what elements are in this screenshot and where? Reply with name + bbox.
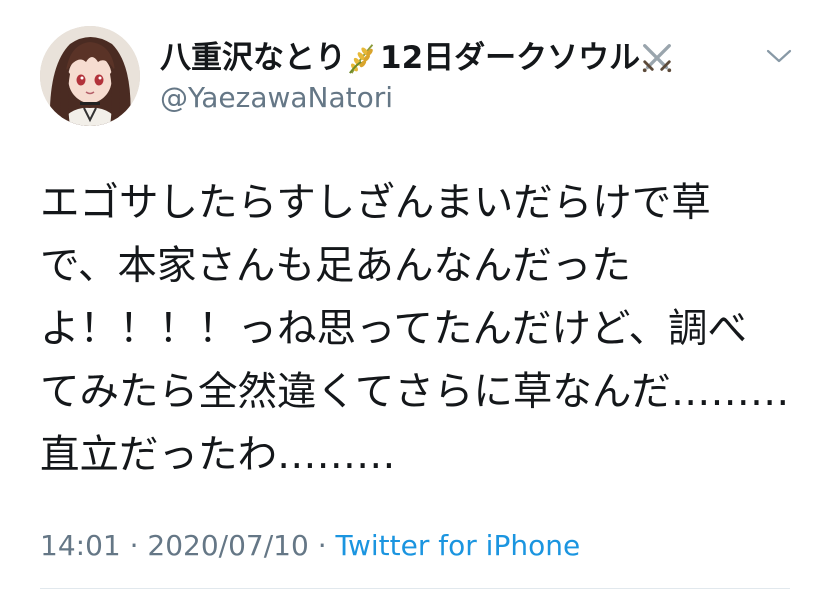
rice-ear-icon xyxy=(349,44,374,74)
chevron-down-icon[interactable] xyxy=(764,46,794,66)
tweet-text-line: エゴサしたらすしざんまいだらけで草 xyxy=(40,180,711,226)
tweet-text-line: 直立だったわ……… xyxy=(40,432,396,478)
tweet-text-line: よ！！！！っね思ってたんだけど、調べ xyxy=(40,306,748,352)
display-name[interactable]: 八重沢なとり 12日ダークソウル xyxy=(160,38,674,78)
tweet-metadata: 14:01 · 2020/07/10 · Twitter for iPhone xyxy=(40,528,580,564)
tweet-text-line: で、本家さんも足あんなんだった xyxy=(40,243,631,289)
meta-separator: · xyxy=(129,529,139,562)
meta-separator: · xyxy=(317,529,327,562)
tweet-text: エゴサしたらすしざんまいだらけで草 で、本家さんも足あんなんだった よ！！！！っ… xyxy=(40,172,800,487)
tweet-date[interactable]: 2020/07/10 xyxy=(147,529,308,562)
avatar[interactable] xyxy=(40,26,140,126)
tweet-time[interactable]: 14:01 xyxy=(40,529,121,562)
tweet-card: 八重沢なとり 12日ダークソウル @YaezawaNatori エゴサしたらすし… xyxy=(0,0,828,590)
tweet-source-link[interactable]: Twitter for iPhone xyxy=(336,529,581,562)
crossed-swords-icon xyxy=(642,44,672,73)
display-name-text-1: 八重沢なとり xyxy=(160,40,346,76)
divider xyxy=(40,588,790,589)
display-name-text-2: 12日ダークソウル xyxy=(380,40,641,76)
tweet-text-line: てみたら全然違くてさらに草なんだ……… xyxy=(40,369,790,415)
avatar-image xyxy=(40,26,140,126)
user-handle[interactable]: @YaezawaNatori xyxy=(160,80,393,116)
